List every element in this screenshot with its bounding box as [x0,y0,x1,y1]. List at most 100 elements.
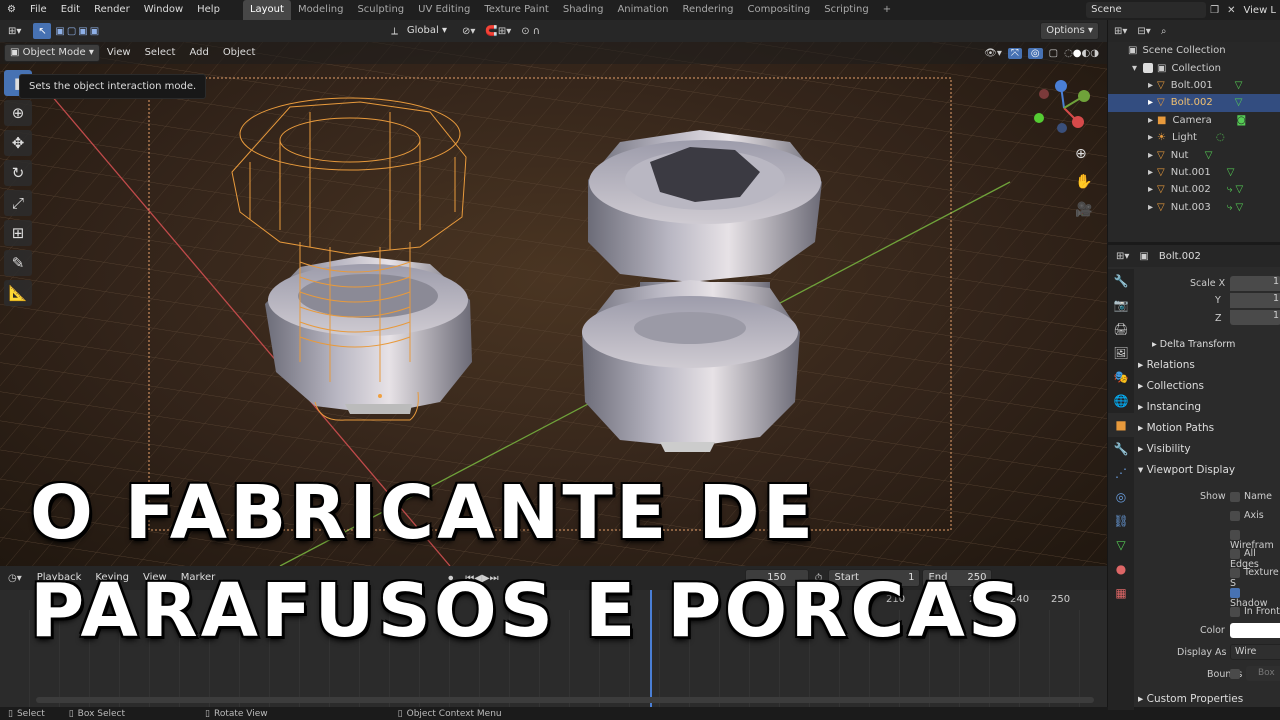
blender-logo-icon[interactable]: ⚙ [0,0,23,20]
scale-y-field[interactable]: 1 [1230,293,1280,308]
custom-properties-panel[interactable]: ▸ Custom Properties [1138,693,1243,705]
expand-icon[interactable]: ▸ [1148,184,1153,195]
collections-panel[interactable]: ▸ Collections [1138,380,1204,392]
move-tool-icon[interactable]: ✥ [4,130,32,156]
instancing-panel[interactable]: ▸ Instancing [1138,401,1201,413]
tab-scripting[interactable]: Scripting [817,0,875,20]
data-tab-icon[interactable]: ▽ [1108,533,1134,557]
visibility-panel[interactable]: ▸ Visibility [1138,443,1191,455]
object-tab-icon[interactable]: ■ [1108,413,1134,437]
output-tab-icon[interactable]: 🖨 [1108,317,1134,341]
scene-new-icon[interactable]: ❐ [1206,5,1223,16]
view-layer-tab-icon[interactable]: 🖼 [1108,341,1134,365]
timeline-editor-icon[interactable]: ◷▾ [0,573,30,584]
zoom-icon[interactable]: ⊕ [1075,146,1087,162]
tab-compositing[interactable]: Compositing [741,0,818,20]
scene-selector[interactable]: Scene [1086,2,1207,18]
expand-icon[interactable]: ▸ [1148,115,1153,126]
checkbox[interactable] [1230,567,1240,578]
expand-icon[interactable]: ▸ [1148,80,1153,91]
camera-view-icon[interactable]: 🎥 [1075,202,1092,218]
tab-shading[interactable]: Shading [556,0,611,20]
visibility-icon[interactable]: 👁▾ [984,48,1002,59]
tab-modeling[interactable]: Modeling [291,0,351,20]
modifier-tab-icon[interactable]: 🔧 [1108,437,1134,461]
show-name-checkbox[interactable]: Name [1230,491,1272,502]
outliner-collection[interactable]: ▾ ▣ Collection [1108,59,1280,76]
checkbox[interactable] [1230,529,1240,540]
outliner-item-bolt-001[interactable]: ▸ ▽ Bolt.001 ▽ [1108,77,1280,94]
physics-tab-icon[interactable]: ◎ [1108,485,1134,509]
texture-tab-icon[interactable]: ▦ [1108,581,1134,605]
expand-icon[interactable]: ▸ [1148,150,1153,161]
checkbox[interactable] [1230,510,1240,521]
viewport-menu-select[interactable]: Select [138,43,183,63]
tab-animation[interactable]: Animation [610,0,675,20]
outliner-item-nut-001[interactable]: ▸ ▽ Nut.001 ▽ [1108,164,1280,181]
expand-icon[interactable]: ▸ [1148,132,1153,143]
cursor-tool-icon[interactable]: ⊕ [4,100,32,126]
checkbox[interactable] [1230,491,1240,502]
scene-tab-icon[interactable]: 🎭 [1108,365,1134,389]
show-texture-space-checkbox[interactable]: Texture S [1230,567,1280,589]
expand-icon[interactable]: ▸ [1148,97,1153,108]
scale-x-field[interactable]: 1 [1230,276,1280,291]
outliner-display-icon[interactable]: ⊟▾ [1137,26,1150,37]
tab-sculpting[interactable]: Sculpting [350,0,411,20]
checkbox[interactable] [1230,606,1240,617]
add-workspace-button[interactable]: + [876,0,898,20]
render-tab-icon[interactable]: 📷 [1108,293,1134,317]
constraints-tab-icon[interactable]: ⛓ [1108,509,1134,533]
object-name-label[interactable]: Bolt.002 [1159,251,1201,262]
relations-panel[interactable]: ▸ Relations [1138,359,1195,371]
tab-layout[interactable]: Layout [242,0,291,20]
view-layer-label[interactable]: View L [1240,5,1280,16]
outliner-search-icon[interactable]: ⌕ [1161,26,1167,37]
viewport-menu-add[interactable]: Add [182,43,215,63]
shading-wire-icon[interactable]: ◌ [1064,48,1073,59]
display-as-select[interactable]: Wire [1230,644,1280,660]
select-tool-icon[interactable]: ↖ [33,23,52,39]
menu-help[interactable]: Help [190,0,227,20]
viewport-menu-view[interactable]: View [100,43,138,63]
tab-uv-editing[interactable]: UV Editing [411,0,477,20]
show-axis-checkbox[interactable]: Axis [1230,510,1264,521]
show-in-front-checkbox[interactable]: In Front [1230,606,1280,617]
navigation-gizmo[interactable] [1034,78,1094,138]
outliner-item-bolt-002[interactable]: ▸ ▽ Bolt.002 ▽ [1108,94,1280,112]
menu-file[interactable]: File [23,0,54,20]
shading-material-icon[interactable]: ◐ [1082,48,1091,59]
object-mode-select[interactable]: ▣ Object Mode ▾ [4,44,100,62]
proportional-edit-icon[interactable]: ⊙ ∩ [521,26,540,37]
properties-editor-icon[interactable]: ⊞▾ [1116,251,1129,262]
transform-tool-icon[interactable]: ⊞ [4,220,32,246]
shading-rendered-icon[interactable]: ◑ [1090,48,1099,59]
measure-tool-icon[interactable]: 📐 [4,280,32,306]
timeline-scrollbar[interactable] [36,697,1094,703]
tab-texture-paint[interactable]: Texture Paint [477,0,556,20]
rotate-tool-icon[interactable]: ↻ [4,160,32,186]
expand-icon[interactable]: ▸ [1148,202,1153,213]
snap-icon[interactable]: 🧲⊞▾ [485,26,511,37]
overlay-toggle-icon[interactable]: ◎ [1027,47,1043,59]
world-tab-icon[interactable]: 🌐 [1108,389,1134,413]
outliner-item-nut-003[interactable]: ▸ ▽ Nut.003 ⤷ ▽ [1108,199,1280,216]
menu-edit[interactable]: Edit [54,0,87,20]
motion-paths-panel[interactable]: ▸ Motion Paths [1138,422,1214,434]
bounds-select[interactable]: Box [1246,666,1280,681]
annotate-tool-icon[interactable]: ✎ [4,250,32,276]
material-tab-icon[interactable]: ● [1108,557,1134,581]
expand-icon[interactable]: ▾ [1132,63,1137,74]
checkbox-checked[interactable] [1230,587,1240,598]
delta-transform-panel[interactable]: ▸ Delta Transform [1152,339,1235,350]
gizmo-toggle-icon[interactable]: ⤧ [1007,47,1022,59]
shading-solid-icon[interactable]: ● [1073,48,1082,59]
particles-tab-icon[interactable]: ⋰ [1108,461,1134,485]
collection-checkbox[interactable] [1143,63,1154,74]
pivot-icon[interactable]: ⊘▾ [462,26,475,37]
options-button[interactable]: Options ▾ [1040,22,1099,40]
viewport-display-panel[interactable]: ▾ Viewport Display [1138,464,1235,476]
expand-icon[interactable]: ▸ [1148,167,1153,178]
outliner-item-light[interactable]: ▸ ☀ Light ◌ [1108,129,1280,146]
color-swatch[interactable] [1230,623,1280,638]
